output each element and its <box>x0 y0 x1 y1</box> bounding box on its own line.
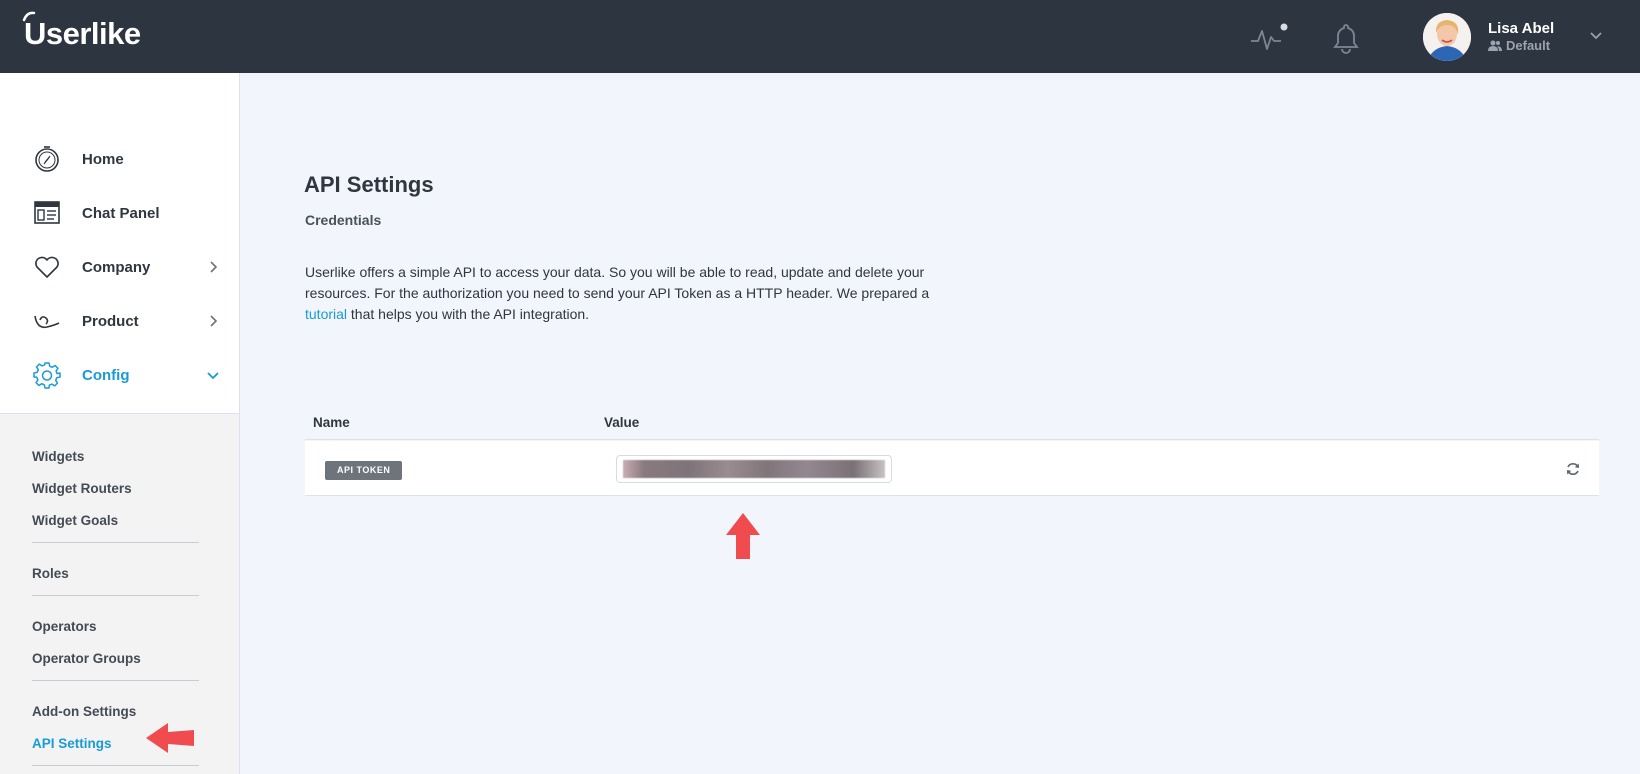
sidebar: Home Chat Panel Company Product Config W… <box>0 73 240 774</box>
sidebar-item-label: Product <box>82 312 139 330</box>
compass-icon <box>35 146 59 172</box>
subnav-divider <box>32 680 199 681</box>
column-header-value: Value <box>604 415 640 430</box>
refresh-icon[interactable] <box>1565 461 1581 477</box>
api-token-badge: API TOKEN <box>325 461 403 480</box>
chevron-right-icon <box>210 261 218 273</box>
gear-icon <box>33 362 61 389</box>
column-header-name: Name <box>313 415 350 430</box>
annotation-arrow-up-icon <box>726 513 760 559</box>
top-bar: Userlike Lisa Abel Default <box>0 0 1640 73</box>
userlike-logo[interactable]: Userlike <box>22 11 141 54</box>
chevron-down-icon[interactable] <box>1588 27 1604 43</box>
description-text: Userlike offers a simple API to access y… <box>305 264 930 301</box>
sidebar-item-label: Config <box>82 366 130 384</box>
sidebar-item-company[interactable]: Company <box>0 242 239 292</box>
product-icon <box>34 315 60 329</box>
subnav-item-roles[interactable]: Roles <box>32 566 69 581</box>
notification-bell-icon[interactable] <box>1331 22 1361 54</box>
logo-swoosh-icon <box>22 11 36 22</box>
subnav-divider <box>32 595 199 596</box>
annotation-arrow-left-icon <box>146 723 194 753</box>
description-text-end: that helps you with the API integration. <box>347 306 590 322</box>
user-avatar[interactable] <box>1423 13 1471 61</box>
table-header: Name Value <box>305 408 1599 440</box>
subnav-divider <box>32 542 199 543</box>
users-icon <box>1488 40 1502 51</box>
api-token-value-field[interactable] <box>616 455 892 483</box>
subnav-item-operators[interactable]: Operators <box>32 619 97 634</box>
sidebar-item-label: Home <box>82 150 124 168</box>
table-row: API TOKEN <box>305 441 1599 496</box>
sidebar-item-config[interactable]: Config <box>0 350 239 400</box>
sidebar-item-label: Chat Panel <box>82 204 160 222</box>
section-subtitle: Credentials <box>305 212 382 228</box>
subnav-item-widget-goals[interactable]: Widget Goals <box>32 513 118 528</box>
user-role-label: Default <box>1506 38 1551 53</box>
sidebar-item-label: Company <box>82 258 151 276</box>
sidebar-item-product[interactable]: Product <box>0 296 239 346</box>
sidebar-main-nav: Home Chat Panel Company Product Config <box>0 73 239 414</box>
heart-icon <box>35 256 59 278</box>
redacted-token-value <box>623 460 885 478</box>
user-name: Lisa Abel <box>1488 20 1555 37</box>
logo-text: Userlike <box>24 16 141 51</box>
subnav-item-add-on-settings[interactable]: Add-on Settings <box>32 704 136 719</box>
chevron-down-icon <box>207 372 219 380</box>
subnav-item-widgets[interactable]: Widgets <box>32 449 84 464</box>
sidebar-config-subnav: Widgets Widget Routers Widget Goals Role… <box>0 415 239 774</box>
subnav-item-operator-groups[interactable]: Operator Groups <box>32 651 141 666</box>
tutorial-link[interactable]: tutorial <box>305 306 347 322</box>
subnav-item-api-settings[interactable]: API Settings <box>32 736 112 751</box>
page-title: API Settings <box>304 172 434 197</box>
chat-panel-icon <box>34 201 60 224</box>
chevron-right-icon <box>210 315 218 327</box>
subnav-divider <box>32 765 199 766</box>
sidebar-item-chat-panel[interactable]: Chat Panel <box>0 188 239 238</box>
user-role: Default <box>1488 38 1550 53</box>
sidebar-item-home[interactable]: Home <box>0 134 239 184</box>
activity-pulse-icon[interactable] <box>1249 23 1289 53</box>
api-description: Userlike offers a simple API to access y… <box>305 262 965 325</box>
subnav-item-widget-routers[interactable]: Widget Routers <box>32 481 132 496</box>
